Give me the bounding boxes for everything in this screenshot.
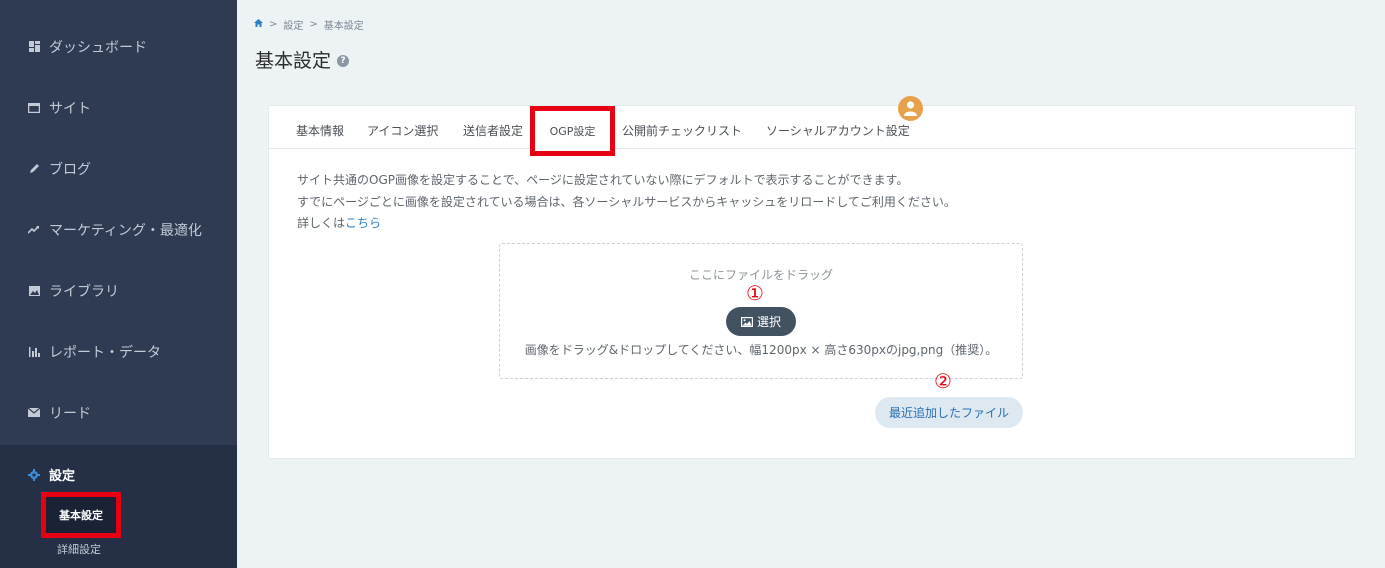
sidebar-item-library[interactable]: ライブラリ	[0, 260, 237, 321]
sidebar-settings-section: 設定 基本設定 詳細設定	[0, 445, 237, 568]
breadcrumb-separator: >	[269, 19, 278, 30]
breadcrumb-item-settings[interactable]: 設定	[283, 17, 303, 32]
user-avatar-icon[interactable]	[898, 96, 923, 121]
dashboard-icon	[28, 41, 40, 53]
description-prefix: 詳しくは	[297, 216, 346, 230]
ogp-description: サイト共通のOGP画像を設定することで、ページに設定されていない際にデフォルトで…	[297, 170, 956, 235]
annotation-marker-1: ①	[746, 281, 764, 305]
tab-prepublish-checklist[interactable]: 公開前チェックリスト	[622, 122, 742, 139]
pencil-icon	[28, 163, 40, 175]
tab-sender-settings[interactable]: 送信者設定	[463, 122, 523, 139]
sidebar-item-label: リード	[49, 405, 91, 422]
annotation-marker-2: ②	[934, 369, 952, 393]
trend-icon	[28, 224, 40, 236]
tab-social-account-settings[interactable]: ソーシャルアカウント設定	[766, 122, 910, 139]
recent-files-label: 最近追加したファイル	[888, 406, 1009, 420]
description-line-2: すでにページごとに画像を設定されている場合は、各ソーシャルサービスからキャッシュ…	[297, 194, 956, 209]
sidebar-item-label: ダッシュボード	[49, 39, 147, 56]
sidebar-subitem-label: 基本設定	[59, 509, 103, 522]
sidebar-subitem-basic-settings[interactable]: 基本設定	[41, 492, 121, 538]
breadcrumb-separator: >	[309, 19, 318, 30]
sidebar: ダッシュボード サイト ブログ マーケティング・最適化 ライブラリ レポート・デ…	[0, 0, 237, 568]
tab-bar: 基本情報 アイコン選択 送信者設定 OGP設定 公開前チェックリスト ソーシャル…	[269, 96, 1355, 156]
sidebar-item-label: レポート・データ	[49, 344, 161, 361]
sidebar-item-blog[interactable]: ブログ	[0, 138, 237, 199]
bar-chart-icon	[28, 346, 40, 358]
image-icon	[28, 285, 40, 297]
recent-files-button[interactable]: 最近追加したファイル	[875, 397, 1023, 428]
description-line-1: サイト共通のOGP画像を設定することで、ページに設定されていない際にデフォルトで…	[297, 173, 909, 187]
sidebar-item-label: ブログ	[49, 161, 91, 178]
sidebar-item-dashboard[interactable]: ダッシュボード	[0, 16, 237, 77]
sidebar-item-marketing[interactable]: マーケティング・最適化	[0, 199, 237, 260]
tab-ogp-label: OGP設定	[549, 125, 596, 138]
breadcrumb: > 設定 > 基本設定	[254, 17, 364, 32]
file-dropzone[interactable]: ここにファイルをドラッグ ① 選択 画像をドラッグ&ドロップしてください、幅12…	[499, 243, 1023, 379]
sidebar-item-settings[interactable]: 設定	[28, 465, 75, 484]
sidebar-subitem-label: 詳細設定	[57, 543, 101, 556]
settings-card: 基本情報 アイコン選択 送信者設定 OGP設定 公開前チェックリスト ソーシャル…	[268, 96, 1356, 459]
site-icon	[28, 102, 40, 114]
dropzone-hint: 画像をドラッグ&ドロップしてください、幅1200px × 高さ630pxのjpg…	[524, 343, 998, 357]
sidebar-item-label: サイト	[49, 100, 91, 117]
mail-icon	[28, 407, 40, 419]
sidebar-item-lead[interactable]: リード	[0, 382, 237, 443]
sidebar-item-report[interactable]: レポート・データ	[0, 321, 237, 382]
tab-ogp-settings[interactable]: OGP設定	[530, 106, 615, 156]
tab-icon-select[interactable]: アイコン選択	[367, 122, 438, 139]
description-line-3: 詳しくはこちら	[297, 213, 956, 235]
image-icon	[740, 316, 753, 327]
sidebar-item-site[interactable]: サイト	[0, 77, 237, 138]
select-file-button[interactable]: 選択	[726, 307, 796, 336]
tab-basic-info[interactable]: 基本情報	[296, 122, 344, 139]
gear-icon	[28, 468, 40, 481]
home-icon[interactable]	[254, 19, 263, 30]
help-icon[interactable]: ?	[337, 54, 350, 67]
breadcrumb-item-basic-settings: 基本設定	[323, 21, 364, 32]
sidebar-subitem-detail-settings[interactable]: 詳細設定	[57, 541, 101, 557]
select-button-label: 選択	[756, 315, 781, 329]
sidebar-item-label: 設定	[49, 469, 76, 484]
sidebar-item-label: ライブラリ	[49, 283, 119, 300]
details-link[interactable]: こちら	[345, 216, 381, 230]
page-title: 基本設定 ?	[255, 46, 350, 73]
page-title-text: 基本設定	[255, 50, 332, 72]
sidebar-item-label: マーケティング・最適化	[49, 222, 202, 239]
